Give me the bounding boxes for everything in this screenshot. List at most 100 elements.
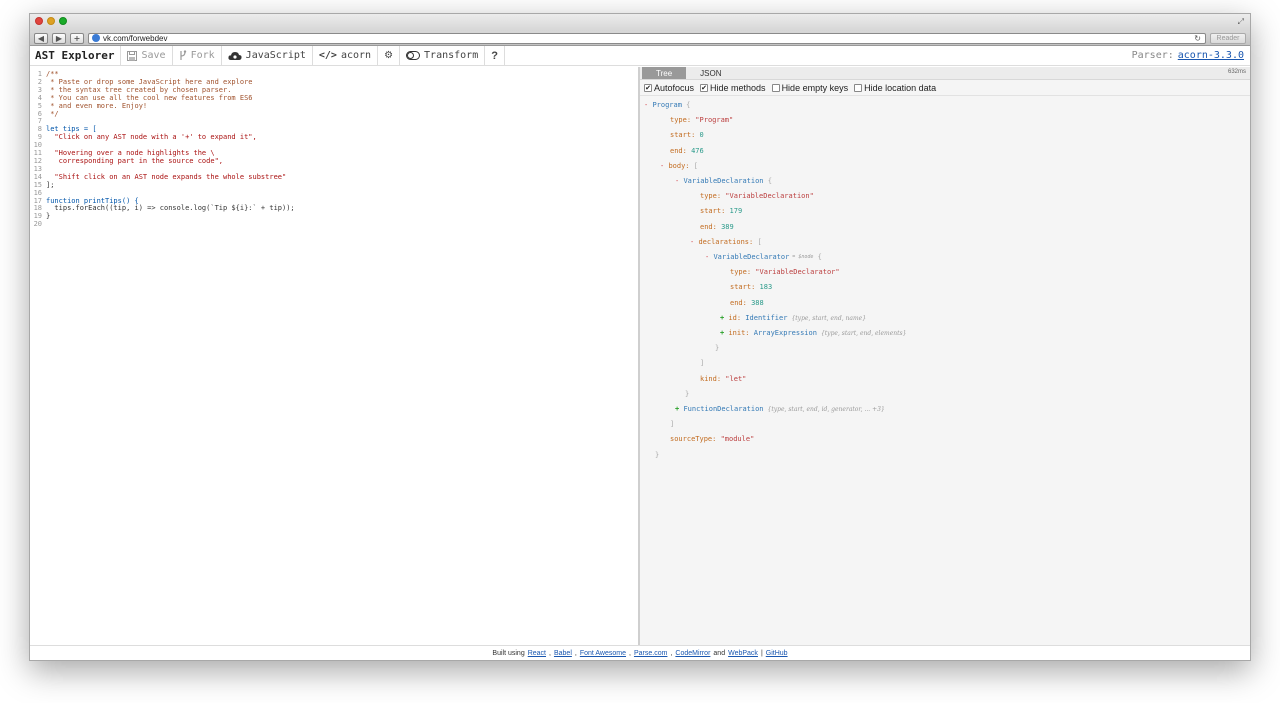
collapse-toggle[interactable]: - xyxy=(644,98,652,113)
reload-icon[interactable]: ↻ xyxy=(1194,34,1205,43)
code-text: * and even more. Enjoy! xyxy=(46,101,148,110)
option-autofocus[interactable]: ✔ Autofocus xyxy=(644,83,694,93)
collapse-toggle[interactable]: - xyxy=(705,250,713,265)
footer-link-parse-com[interactable]: Parse.com xyxy=(634,650,667,657)
code-line[interactable]: 6 */ xyxy=(30,110,638,119)
window-controls xyxy=(35,17,67,25)
ast-tree: - Program { type: "Program" start: 0 end… xyxy=(640,96,1250,463)
code-text: "Shift click on an AST node expands the … xyxy=(46,172,287,181)
parser-label: acorn xyxy=(340,50,372,61)
line-number: 20 xyxy=(33,220,42,229)
tree-row[interactable]: - body: [ xyxy=(640,159,1250,174)
footer-link-codemirror[interactable]: CodeMirror xyxy=(675,650,710,657)
code-line[interactable]: 20 xyxy=(30,220,638,229)
gear-icon: ⚙ xyxy=(384,50,394,61)
tree-row: type: "VariableDeclaration" xyxy=(700,192,814,201)
tree-row: } xyxy=(685,389,690,398)
code-line[interactable]: 18 tips.forEach((tip, i) => console.log(… xyxy=(30,205,638,213)
tab-json[interactable]: JSON xyxy=(686,67,735,79)
tree-row[interactable]: - VariableDeclarator = $node { xyxy=(640,250,1250,265)
code-line[interactable]: 15]; xyxy=(30,180,638,190)
new-tab-button[interactable]: + xyxy=(70,32,84,44)
option-hide-empty-keys[interactable]: Hide empty keys xyxy=(771,82,849,93)
zoom-window-button[interactable] xyxy=(59,17,67,25)
option-label: Hide methods xyxy=(710,82,766,93)
help-button[interactable]: ? xyxy=(485,46,505,65)
footer-link-github[interactable]: GitHub xyxy=(766,650,788,657)
option-hide-methods[interactable]: ✔ Hide methods xyxy=(700,83,766,93)
save-icon xyxy=(127,50,138,61)
footer-link-webpack[interactable]: WebPack xyxy=(728,650,758,657)
footer-link-font-awesome[interactable]: Font Awesome xyxy=(580,650,626,657)
option-label: Hide empty keys xyxy=(781,82,849,93)
tree-row: kind: "let" xyxy=(700,374,747,383)
tree-options: ✔ Autofocus ✔ Hide methods Hide empty keys Hi… xyxy=(640,80,1250,96)
browser-window: ⤢ ◀ ▶ + vk.com/forwebdev ↻ Reader AST Ex… xyxy=(29,13,1251,661)
collapse-toggle[interactable]: - xyxy=(690,235,698,250)
output-tabs: Tree JSON 632ms xyxy=(640,67,1250,80)
code-line[interactable]: 14 "Shift click on an AST node expands t… xyxy=(30,172,638,182)
close-window-button[interactable] xyxy=(35,17,43,25)
tree-row: start: 179 xyxy=(700,207,743,216)
code-line[interactable]: 12 corresponding part in the source code… xyxy=(30,156,638,166)
tree-row[interactable]: + id: Identifier {type, start, end, name} xyxy=(640,311,1250,326)
checkbox[interactable]: ✔ xyxy=(644,83,652,92)
address-url: vk.com/forwebdev xyxy=(103,33,168,43)
tree-row: } xyxy=(655,450,660,459)
tree-row[interactable]: - declarations: [ xyxy=(640,235,1250,250)
fork-button[interactable]: Fork xyxy=(173,46,222,65)
tree-row: ] xyxy=(670,420,675,429)
expand-toggle[interactable]: + xyxy=(720,326,728,341)
parser-info: Parser: acorn-3.3.0 xyxy=(1132,50,1250,61)
tree-row: sourceType: "module" xyxy=(670,435,755,444)
reader-button[interactable]: Reader xyxy=(1210,32,1246,44)
forward-button[interactable]: ▶ xyxy=(52,32,66,44)
transform-button[interactable]: Transform xyxy=(400,46,486,65)
code-text: ]; xyxy=(46,180,55,189)
save-label: Save xyxy=(141,50,166,61)
footer-link-babel[interactable]: Babel xyxy=(554,650,572,657)
tree-row[interactable]: + FunctionDeclaration {type, start, end, … xyxy=(640,402,1250,417)
expand-toggle[interactable]: + xyxy=(675,402,683,417)
footer-link-react[interactable]: React xyxy=(528,650,546,657)
checkbox[interactable] xyxy=(854,83,863,92)
option-label: Autofocus xyxy=(654,82,695,93)
minimize-window-button[interactable] xyxy=(47,17,55,25)
parser-version-link[interactable]: acorn-3.3.0 xyxy=(1178,50,1244,61)
tree-row: ] xyxy=(700,359,705,368)
save-button[interactable]: Save xyxy=(121,46,173,65)
language-label: JavaScript xyxy=(245,50,306,61)
code-line[interactable]: 9 "Click on any AST node with a '+' to e… xyxy=(30,133,638,142)
code-line[interactable]: 7 xyxy=(30,118,638,126)
language-select[interactable]: JavaScript xyxy=(222,46,313,65)
checkbox[interactable] xyxy=(771,83,780,92)
code-text: corresponding part in the source code", xyxy=(46,156,224,165)
fullscreen-icon[interactable]: ⤢ xyxy=(1238,17,1244,27)
footer-and: and xyxy=(713,649,726,657)
footer: Built using React, Babel, Font Awesome, Pars… xyxy=(30,645,1250,660)
tab-tree[interactable]: Tree xyxy=(642,67,687,79)
footer-separator: | xyxy=(760,649,763,657)
tree-row: type: "VariableDeclarator" xyxy=(730,268,840,277)
app-title: AST Explorer xyxy=(30,46,122,65)
output-pane: Tree JSON 632ms ✔ Autofocus ✔ Hide methods H… xyxy=(640,67,1250,645)
collapse-toggle[interactable]: - xyxy=(675,174,683,189)
collapse-toggle[interactable]: - xyxy=(660,159,668,174)
expand-toggle[interactable]: + xyxy=(720,311,728,326)
tree-row[interactable]: - Program { xyxy=(640,98,1250,113)
checkbox[interactable]: ✔ xyxy=(700,83,709,92)
app-toolbar: AST Explorer Save Fork JavaScript </> ac… xyxy=(30,46,1250,66)
option-hide-location-data[interactable]: Hide location data xyxy=(854,83,936,93)
tree-row[interactable]: - VariableDeclaration { xyxy=(640,174,1250,189)
tree-row: start: 0 xyxy=(670,131,704,140)
parser-prefix: Parser: xyxy=(1131,50,1174,61)
code-line[interactable]: 19} xyxy=(30,212,638,221)
tree-row[interactable]: + init: ArrayExpression {type, start, end… xyxy=(640,326,1250,341)
parser-select[interactable]: </> acorn xyxy=(313,46,379,65)
parser-settings-button[interactable]: ⚙ xyxy=(378,46,401,65)
cloud-icon xyxy=(228,51,242,60)
address-bar[interactable]: vk.com/forwebdev ↻ xyxy=(88,32,1206,44)
code-editor[interactable]: 1/** 2 * Paste or drop some JavaScript he… xyxy=(30,67,640,645)
back-button[interactable]: ◀ xyxy=(34,32,48,44)
code-line[interactable]: 5 * and even more. Enjoy! xyxy=(30,101,638,111)
